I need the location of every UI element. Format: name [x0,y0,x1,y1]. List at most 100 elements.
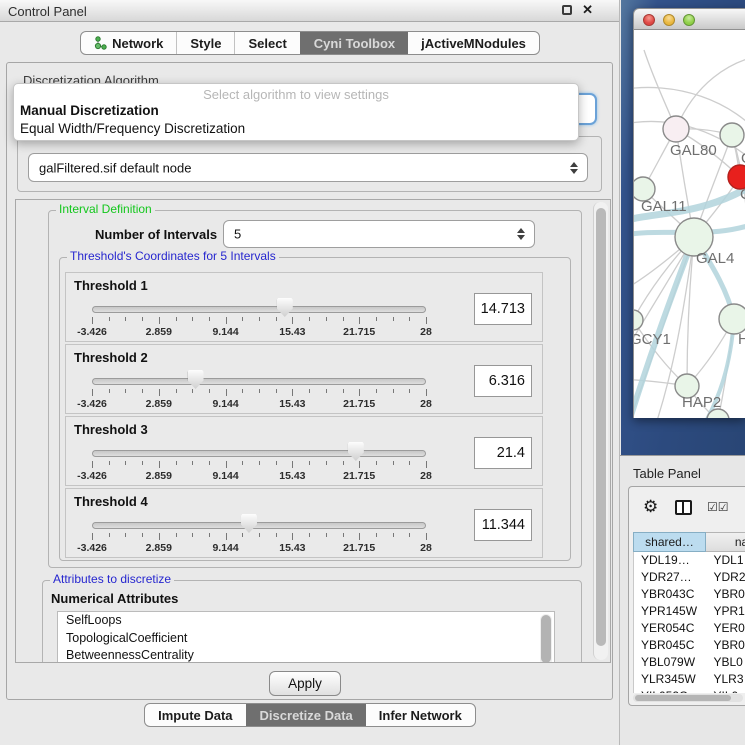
panel-scrollbar[interactable] [593,202,608,660]
threshold-label: Threshold 3 [74,422,148,437]
slider-thumb[interactable] [188,370,204,389]
cell-name[interactable]: YER0 [707,620,745,637]
tick-mark [259,389,260,393]
tab-discretize-data[interactable]: Discretize Data [246,704,366,726]
tick-mark [109,389,110,393]
cell-name[interactable]: YLR3 [707,671,745,688]
tick-label: 28 [420,542,432,554]
table-row[interactable]: YBR043CYBR0 [634,586,745,603]
network-window-titlebar[interactable] [633,8,745,30]
node-label: GAL4 [696,250,734,267]
close-icon[interactable]: ✕ [582,3,593,17]
cell-name[interactable]: YBR0 [707,637,745,654]
table-row[interactable]: YBL079WYBL0 [634,654,745,671]
tab-infer-network[interactable]: Infer Network [366,704,475,726]
tick-mark [176,389,177,393]
network-node[interactable] [663,116,689,142]
dropdown-option-manual[interactable]: Manual Discretization [14,102,578,120]
list-item[interactable]: SelfLoops [58,612,554,630]
numerical-attributes-label: Numerical Attributes [51,591,178,606]
network-node[interactable] [719,304,745,334]
cell-name[interactable]: YIL0 [707,688,745,693]
list-item[interactable]: BetweennessCentrality [58,647,554,663]
cell-shared-name[interactable]: YDL19… [634,552,707,569]
network-canvas[interactable]: GAL80GACGAL11GAL4GCY1HHAP2 [633,30,745,418]
cell-shared-name[interactable]: YLR345W [634,671,707,688]
table-row[interactable]: YLR345WYLR3 [634,671,745,688]
close-traffic-light-icon[interactable] [643,14,655,26]
cell-shared-name[interactable]: YBR045C [634,637,707,654]
slider-track[interactable] [92,522,426,529]
float-window-icon[interactable] [562,5,572,15]
tab-label: Select [248,36,286,51]
network-node[interactable] [634,310,643,330]
cell-name[interactable]: YBL0 [707,654,745,671]
cell-name[interactable]: YDR2 [707,569,745,586]
cell-name[interactable]: YPR1 [707,603,745,620]
table-row[interactable]: YDR27…YDR2 [634,569,745,586]
slider-track[interactable] [92,450,426,457]
network-node[interactable] [720,123,744,147]
thresholds-title: Threshold's Coordinates for 5 Intervals [67,250,279,263]
column-header-name[interactable]: na [706,532,745,552]
table-row[interactable]: YBR045CYBR0 [634,637,745,654]
dropdown-option-equal-width[interactable]: Equal Width/Frequency Discretization [14,120,578,138]
table-row[interactable]: YIL052CYIL0 [634,688,745,693]
table-body: YDL19…YDL1YDR27…YDR2YBR043CYBR0YPR145WYP… [633,552,745,693]
cell-name[interactable]: YDL1 [707,552,745,569]
slider-thumb[interactable] [277,298,293,317]
tick-mark [376,461,377,465]
cell-shared-name[interactable]: YPR145W [634,603,707,620]
attributes-scrollbar[interactable] [540,614,552,663]
apply-button[interactable]: Apply [269,671,341,696]
table-row[interactable]: YDL19…YDL1 [634,552,745,569]
threshold-box: Threshold 1-3.4262.8599.14415.4321.71528… [65,272,543,342]
slider-track[interactable] [92,306,426,313]
minimize-traffic-light-icon[interactable] [663,14,675,26]
slider-thumb[interactable] [241,514,257,533]
attributes-group: Attributes to discretize Numerical Attri… [42,580,582,663]
threshold-value-input[interactable]: 6.316 [474,365,532,397]
cell-shared-name[interactable]: YBL079W [634,654,707,671]
table-hscrollbar[interactable] [633,694,743,702]
slider-thumb[interactable] [348,442,364,461]
cell-shared-name[interactable]: YDR27… [634,569,707,586]
cell-shared-name[interactable]: YER054C [634,620,707,637]
cell-shared-name[interactable]: YIL052C [634,688,707,693]
tick-mark [209,461,210,465]
network-desktop: GAL80GACGAL11GAL4GCY1HHAP2 [621,0,745,455]
tick-mark [226,461,227,468]
number-of-intervals-combobox[interactable]: 5 [223,220,535,248]
screen: Control Panel ✕ NetworkStyle Select Cyni T… [0,0,745,745]
slider-track[interactable] [92,378,426,385]
tick-mark [326,317,327,321]
tab-jactivemnodules[interactable]: jActiveMNodules [408,32,539,54]
tab-style[interactable]: Style [176,32,234,54]
tab-cyni-toolbox[interactable]: Cyni Toolbox [300,32,408,54]
node-label: GAL80 [670,142,717,159]
split-columns-icon[interactable] [675,500,692,515]
tab-network[interactable]: Network [81,32,176,54]
table-row[interactable]: YER054CYER0 [634,620,745,637]
tab-select[interactable]: Select [234,32,299,54]
top-tabbar: NetworkStyle Select Cyni ToolboxjActiveMNo… [0,31,620,55]
table-row[interactable]: YPR145WYPR1 [634,603,745,620]
threshold-value-input[interactable]: 11.344 [474,509,532,541]
cell-name[interactable]: YBR0 [707,586,745,603]
tick-mark [176,533,177,537]
table-panel: Table Panel ⚙ ☑☑ shared… na YDL19…YDL1YD… [620,455,745,745]
panel-title: Control Panel [8,4,87,19]
zoom-traffic-light-icon[interactable] [683,14,695,26]
tab-impute-data[interactable]: Impute Data [145,704,245,726]
select-columns-checkboxes-icon[interactable]: ☑☑ [707,500,729,514]
tick-mark [259,317,260,321]
table-data-combobox[interactable]: galFiltered.sif default node [28,153,588,182]
list-item[interactable]: TopologicalCoefficient [58,630,554,648]
threshold-value-input[interactable]: 21.4 [474,437,532,469]
cell-shared-name[interactable]: YBR043C [634,586,707,603]
threshold-value-input[interactable]: 14.713 [474,293,532,325]
tick-mark [159,461,160,468]
tick-mark [343,317,344,321]
gear-icon[interactable]: ⚙ [643,498,658,515]
column-header-shared[interactable]: shared… [633,532,706,552]
